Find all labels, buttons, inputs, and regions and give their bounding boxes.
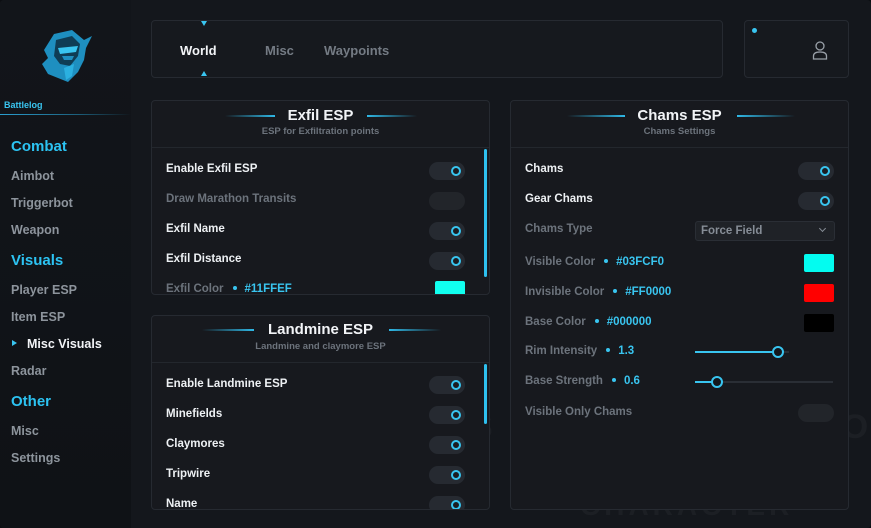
invisible-color-row: Invisible Color #FF0000 bbox=[525, 286, 671, 298]
chams-type-select[interactable]: Force Field bbox=[695, 221, 835, 241]
active-item-caret-icon bbox=[12, 340, 17, 346]
landmine-minefields-label: Minefields bbox=[166, 408, 223, 420]
chams-label: Chams bbox=[525, 163, 564, 175]
nav-item-item-esp[interactable]: Item ESP bbox=[11, 310, 65, 324]
active-tab-top-marker-icon bbox=[201, 21, 207, 26]
base-strength-row: Base Strength 0.6 bbox=[525, 375, 640, 387]
visible-color-row: Visible Color #03FCF0 bbox=[525, 256, 664, 268]
base-strength-slider[interactable] bbox=[695, 376, 833, 388]
active-tab-bottom-marker-icon bbox=[201, 71, 207, 76]
exfil-scrollbar[interactable] bbox=[484, 149, 487, 277]
landmine-esp-panel: Landmine ESP Landmine and claymore ESP E… bbox=[151, 315, 490, 510]
nav-item-misc-visuals[interactable]: Misc Visuals bbox=[27, 337, 102, 351]
exfil-marathon-label: Draw Marathon Transits bbox=[166, 193, 297, 205]
chams-type-label: Chams Type bbox=[525, 223, 593, 235]
nav-item-aimbot[interactable]: Aimbot bbox=[11, 169, 54, 183]
title-accent-right bbox=[389, 329, 441, 331]
rim-intensity-row: Rim Intensity 1.3 bbox=[525, 345, 634, 357]
rim-intensity-label: Rim Intensity bbox=[525, 345, 598, 357]
gear-chams-toggle[interactable] bbox=[798, 192, 834, 210]
chevron-down-icon bbox=[818, 224, 827, 233]
landmine-tripwire-toggle[interactable] bbox=[429, 466, 465, 484]
landmine-scrollbar[interactable] bbox=[484, 364, 487, 424]
exfil-distance-toggle[interactable] bbox=[429, 252, 465, 270]
rim-intensity-handle[interactable] bbox=[772, 346, 784, 358]
exfil-panel-subtitle: ESP for Exfiltration points bbox=[261, 126, 380, 137]
chams-panel-subtitle: Chams Settings bbox=[643, 126, 716, 137]
nav-group-combat: Combat bbox=[11, 138, 67, 155]
visible-only-chams-label: Visible Only Chams bbox=[525, 406, 633, 418]
tab-world[interactable]: World bbox=[180, 43, 217, 58]
exfil-distance-label: Exfil Distance bbox=[166, 253, 242, 265]
tab-waypoints[interactable]: Waypoints bbox=[324, 43, 389, 58]
nav-group-visuals: Visuals bbox=[11, 252, 64, 269]
landmine-enable-toggle[interactable] bbox=[429, 376, 465, 394]
base-strength-value: 0.6 bbox=[623, 375, 640, 387]
landmine-name-label: Name bbox=[166, 498, 198, 510]
exfil-color-value: #11FFEF bbox=[244, 283, 292, 295]
panel-divider bbox=[511, 147, 848, 148]
nav-item-settings[interactable]: Settings bbox=[11, 451, 60, 465]
user-icon[interactable] bbox=[812, 40, 828, 60]
invisible-color-swatch[interactable] bbox=[804, 284, 834, 302]
exfil-color-swatch[interactable] bbox=[435, 281, 465, 294]
exfil-marathon-toggle[interactable] bbox=[429, 192, 465, 210]
nav-group-other: Other bbox=[11, 393, 52, 410]
landmine-enable-label: Enable Landmine ESP bbox=[166, 378, 288, 390]
base-color-value: #000000 bbox=[606, 316, 652, 328]
panel-divider bbox=[152, 362, 489, 363]
title-accent-right bbox=[737, 115, 795, 117]
visible-only-chams-toggle[interactable] bbox=[798, 404, 834, 422]
chams-type-value: Force Field bbox=[701, 225, 763, 237]
tab-misc[interactable]: Misc bbox=[265, 43, 294, 58]
visible-color-label: Visible Color bbox=[525, 256, 596, 268]
gear-chams-label: Gear Chams bbox=[525, 193, 593, 205]
exfil-esp-panel: Exfil ESP ESP for Exfiltration points En… bbox=[151, 100, 490, 295]
base-strength-label: Base Strength bbox=[525, 375, 603, 387]
invisible-color-value: #FF0000 bbox=[625, 286, 672, 298]
invisible-color-label: Invisible Color bbox=[525, 286, 605, 298]
panel-divider bbox=[152, 147, 489, 148]
exfil-enable-label: Enable Exfil ESP bbox=[166, 163, 258, 175]
title-accent-right bbox=[367, 115, 417, 117]
visible-color-value: #03FCF0 bbox=[616, 256, 665, 268]
landmine-tripwire-label: Tripwire bbox=[166, 468, 211, 480]
sidebar: Battlelog Combat Aimbot Triggerbot Weapo… bbox=[0, 0, 131, 528]
base-color-swatch[interactable] bbox=[804, 314, 834, 332]
chams-panel-title: Chams ESP bbox=[637, 107, 722, 124]
app-window: S M T E R M T A R O CHARACTER Battlelog … bbox=[0, 0, 871, 528]
rim-intensity-slider[interactable] bbox=[695, 346, 789, 358]
nav-item-weapon[interactable]: Weapon bbox=[11, 223, 59, 237]
chams-esp-panel: Chams ESP Chams Settings Chams Gear Cham… bbox=[510, 100, 849, 510]
landmine-panel-subtitle: Landmine and claymore ESP bbox=[255, 341, 386, 352]
brand-divider bbox=[0, 114, 131, 115]
landmine-claymores-label: Claymores bbox=[166, 438, 225, 450]
nav-item-misc[interactable]: Misc bbox=[11, 424, 39, 438]
tab-bar: World Misc Waypoints bbox=[151, 20, 723, 78]
rim-intensity-fill bbox=[695, 351, 778, 353]
exfil-panel-title: Exfil ESP bbox=[287, 107, 354, 124]
knight-helmet-logo-icon bbox=[42, 30, 92, 82]
exfil-enable-toggle[interactable] bbox=[429, 162, 465, 180]
chams-toggle[interactable] bbox=[798, 162, 834, 180]
landmine-minefields-toggle[interactable] bbox=[429, 406, 465, 424]
nav-item-player-esp[interactable]: Player ESP bbox=[11, 283, 77, 297]
rim-intensity-value: 1.3 bbox=[618, 345, 635, 357]
base-strength-handle[interactable] bbox=[711, 376, 723, 388]
brand-name: Battlelog bbox=[4, 100, 43, 110]
status-dot bbox=[752, 28, 757, 33]
landmine-claymores-toggle[interactable] bbox=[429, 436, 465, 454]
nav-item-radar[interactable]: Radar bbox=[11, 364, 46, 378]
nav-item-triggerbot[interactable]: Triggerbot bbox=[11, 196, 73, 210]
landmine-name-toggle[interactable] bbox=[429, 496, 465, 509]
user-panel bbox=[744, 20, 849, 78]
base-color-row: Base Color #000000 bbox=[525, 316, 652, 328]
exfil-color-row: Exfil Color #11FFEF bbox=[166, 283, 292, 295]
base-color-label: Base Color bbox=[525, 316, 586, 328]
visible-color-swatch[interactable] bbox=[804, 254, 834, 272]
exfil-color-label: Exfil Color bbox=[166, 283, 224, 295]
exfil-name-toggle[interactable] bbox=[429, 222, 465, 240]
exfil-name-label: Exfil Name bbox=[166, 223, 225, 235]
